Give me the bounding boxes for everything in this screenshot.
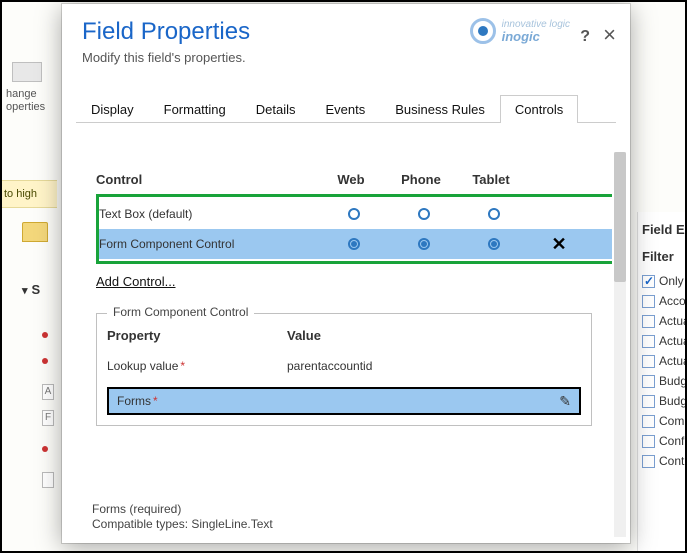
field-checkbox[interactable]: [642, 415, 655, 428]
help-button[interactable]: ?: [580, 28, 590, 46]
field-item[interactable]: Budge: [638, 368, 685, 388]
field-checkbox[interactable]: [642, 455, 655, 468]
footnote: Forms (required) Compatible types: Singl…: [92, 502, 273, 533]
col-property: Property: [107, 328, 287, 343]
remove-control-button[interactable]: ✕: [551, 234, 566, 255]
field-checkbox[interactable]: [642, 315, 655, 328]
prop-lookup-label: Lookup value*: [107, 359, 287, 373]
field-explorer-panel: Field Ex Filter Only Accou Actua Actua A…: [637, 212, 685, 552]
folder-icon: [22, 222, 48, 242]
radio-textbox-web[interactable]: [348, 208, 360, 220]
field-checkbox[interactable]: [642, 395, 655, 408]
radio-fcc-web[interactable]: [348, 238, 360, 250]
ribbon-label: hange: [6, 88, 57, 101]
tab-controls[interactable]: Controls: [500, 95, 578, 123]
radio-textbox-phone[interactable]: [418, 208, 430, 220]
field-item[interactable]: Actua: [638, 308, 685, 328]
only-checkbox[interactable]: [642, 275, 655, 288]
pencil-icon[interactable]: ✎: [559, 393, 571, 410]
col-tablet: Tablet: [472, 172, 509, 187]
prop-forms-label: Forms*: [117, 394, 158, 408]
field-item[interactable]: Accou: [638, 288, 685, 308]
ribbon-label: operties: [6, 101, 57, 114]
field-checkbox[interactable]: [642, 435, 655, 448]
field-checkbox[interactable]: [642, 295, 655, 308]
scrollbar-thumb[interactable]: [614, 152, 626, 282]
col-value: Value: [287, 328, 581, 343]
control-row-form-component[interactable]: Form Component Control ✕: [99, 229, 612, 259]
field-properties-dialog: innovative logic inogic ? × Field Proper…: [62, 4, 630, 543]
prop-lookup-value-row[interactable]: Lookup value* parentaccountid: [107, 353, 581, 379]
radio-textbox-tablet[interactable]: [488, 208, 500, 220]
col-web: Web: [337, 172, 364, 187]
control-row-textbox[interactable]: Text Box (default): [99, 199, 612, 229]
fcc-legend: Form Component Control: [107, 305, 254, 319]
bg-field-markers: A F: [42, 312, 56, 498]
tab-display[interactable]: Display: [76, 95, 149, 123]
radio-fcc-phone[interactable]: [418, 238, 430, 250]
brand-ring-icon: [470, 18, 496, 44]
bg-ribbon-btn: hange operties: [2, 42, 57, 142]
controls-table: Control Web Phone Tablet Text Box (defau…: [96, 164, 612, 264]
field-checkbox[interactable]: [642, 375, 655, 388]
tab-events[interactable]: Events: [311, 95, 381, 123]
filter-only-row[interactable]: Only: [638, 268, 685, 288]
radio-fcc-tablet[interactable]: [488, 238, 500, 250]
tab-formatting[interactable]: Formatting: [149, 95, 241, 123]
field-item[interactable]: Actua: [638, 328, 685, 348]
tab-details[interactable]: Details: [241, 95, 311, 123]
prop-forms-row[interactable]: Forms* ✎: [107, 387, 581, 415]
bg-info-band: to high: [2, 180, 57, 208]
field-explorer-title: Field Ex: [638, 212, 685, 241]
tab-strip: Display Formatting Details Events Busine…: [76, 95, 616, 123]
form-component-control-group: Form Component Control Property Value Lo…: [96, 313, 592, 426]
only-label: Only: [659, 274, 684, 288]
field-item[interactable]: Comp: [638, 408, 685, 428]
field-checkbox[interactable]: [642, 335, 655, 348]
add-control-link[interactable]: Add Control...: [96, 274, 176, 289]
field-item[interactable]: Actua: [638, 348, 685, 368]
dialog-subtitle: Modify this field's properties.: [82, 50, 610, 65]
tab-business-rules[interactable]: Business Rules: [380, 95, 500, 123]
bg-section-header: S: [22, 282, 40, 297]
ribbon-icon: [12, 62, 42, 82]
control-label: Form Component Control: [99, 237, 319, 251]
field-item[interactable]: Contr: [638, 448, 685, 468]
field-item[interactable]: Confi: [638, 428, 685, 448]
filter-label: Filter: [638, 241, 685, 268]
close-button[interactable]: ×: [603, 24, 616, 46]
prop-lookup-value: parentaccountid: [287, 359, 581, 373]
field-item[interactable]: Budge: [638, 388, 685, 408]
col-phone: Phone: [401, 172, 441, 187]
highlight-box: Text Box (default) Form Component Contro…: [96, 194, 612, 264]
control-label: Text Box (default): [99, 207, 319, 221]
col-control: Control: [96, 172, 316, 187]
brand-logo: innovative logic inogic: [470, 18, 570, 44]
field-checkbox[interactable]: [642, 355, 655, 368]
